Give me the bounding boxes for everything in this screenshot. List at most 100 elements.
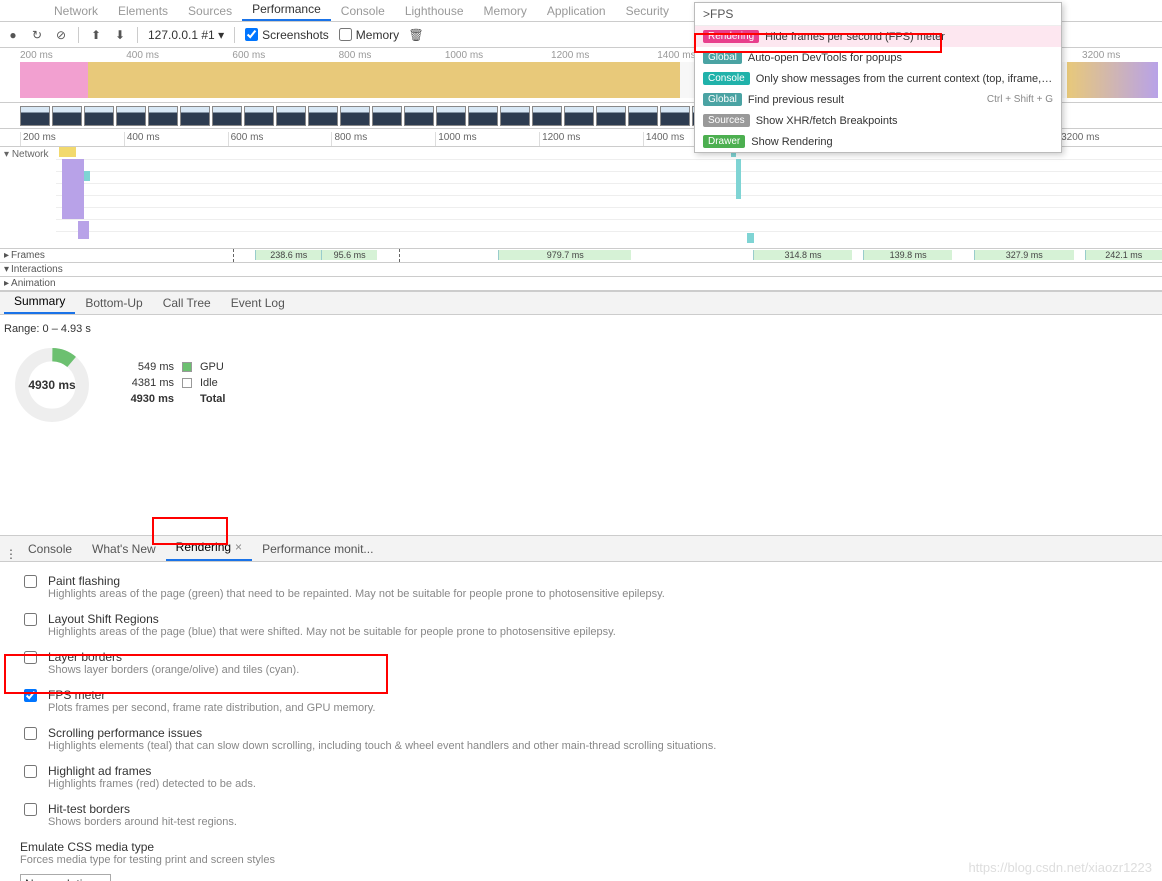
cmd-row[interactable]: RenderingHide frames per second (FPS) me… [695, 26, 1061, 47]
command-input[interactable]: >FPS [695, 3, 1061, 26]
save-icon[interactable]: ⬇ [113, 28, 127, 42]
subtab-eventlog[interactable]: Event Log [221, 292, 295, 314]
overview-tick: 800 ms [339, 50, 445, 61]
option-checkbox-fps[interactable] [24, 689, 37, 702]
drawer-tab-rendering[interactable]: Rendering× [166, 535, 252, 561]
cmd-row[interactable]: ConsoleOnly show messages from the curre… [695, 68, 1061, 89]
drawer-tab-whatsnew[interactable]: What's New [82, 537, 166, 561]
option-checkbox-layer[interactable] [24, 651, 37, 664]
cmd-text: Show Rendering [751, 136, 1053, 148]
drawer-tab-console[interactable]: Console [18, 537, 82, 561]
tab-lighthouse[interactable]: Lighthouse [395, 1, 474, 21]
option-checkbox-scrolling[interactable] [24, 727, 37, 740]
donut-total: 4930 ms [12, 345, 92, 425]
filmstrip-thumb[interactable] [372, 106, 402, 126]
interactions-track[interactable]: ▾ Interactions [0, 263, 1162, 277]
frames-label[interactable]: ▸ Frames [0, 250, 56, 261]
subtab-bottomup[interactable]: Bottom-Up [75, 292, 152, 314]
reload-icon[interactable]: ↻ [30, 28, 44, 42]
close-icon[interactable]: × [235, 540, 242, 554]
network-track-label[interactable]: ▾ Network [0, 147, 56, 248]
filmstrip-thumb[interactable] [340, 106, 370, 126]
filmstrip-thumb[interactable] [276, 106, 306, 126]
frame-segment[interactable]: 139.8 ms [863, 250, 951, 260]
tab-network[interactable]: Network [44, 1, 108, 21]
filmstrip-thumb[interactable] [308, 106, 338, 126]
drawer-tab-perfmon[interactable]: Performance monit... [252, 537, 383, 561]
filmstrip-thumb[interactable] [116, 106, 146, 126]
filmstrip-thumb[interactable] [500, 106, 530, 126]
filmstrip-thumb[interactable] [148, 106, 178, 126]
option-checkbox-ads[interactable] [24, 765, 37, 778]
record-icon[interactable]: ● [6, 28, 20, 42]
cmd-row[interactable]: GlobalAuto-open DevTools for popups [695, 47, 1061, 68]
filmstrip-thumb[interactable] [660, 106, 690, 126]
cmd-row[interactable]: SourcesShow XHR/fetch Breakpoints [695, 110, 1061, 131]
clear-icon[interactable]: ⊘ [54, 28, 68, 42]
frames-track[interactable]: ▸ Frames 238.6 ms95.6 ms 979.7 ms 314.8 ms… [0, 249, 1162, 263]
flame-chart[interactable]: ▾ Network [0, 147, 1162, 249]
interactions-label[interactable]: ▾ Interactions [0, 264, 56, 275]
filmstrip-thumb[interactable] [468, 106, 498, 126]
emulate-media-select[interactable]: No emulation ▾ [20, 874, 111, 881]
option-checkbox-layout[interactable] [24, 613, 37, 626]
frame-segment[interactable]: 95.6 ms [321, 250, 376, 260]
cmd-row[interactable]: DrawerShow Rendering [695, 131, 1061, 152]
summary-table: 549 msGPU 4381 msIdle 4930 msTotal [122, 361, 225, 409]
cmd-text: Find previous result [748, 94, 981, 106]
target-dropdown[interactable]: 127.0.0.1 #1 ▾ [148, 28, 224, 42]
frame-segment[interactable]: 238.6 ms [255, 250, 321, 260]
filmstrip-thumb[interactable] [180, 106, 210, 126]
subtab-summary[interactable]: Summary [4, 290, 75, 314]
tab-application[interactable]: Application [537, 1, 616, 21]
cmd-row[interactable]: GlobalFind previous resultCtrl + Shift +… [695, 89, 1061, 110]
filmstrip-thumb[interactable] [20, 106, 50, 126]
filmstrip-thumb[interactable] [436, 106, 466, 126]
option-desc: Highlights frames (red) detected to be a… [48, 778, 256, 790]
details-tabs: Summary Bottom-Up Call Tree Event Log [0, 291, 1162, 315]
option-desc: Highlights elements (teal) that can slow… [48, 740, 716, 752]
frame-segment[interactable]: 314.8 ms [753, 250, 853, 260]
frame-segment[interactable]: 327.9 ms [974, 250, 1074, 260]
gpu-swatch [182, 362, 192, 372]
tab-performance[interactable]: Performance [242, 0, 331, 21]
drawer-menu-icon[interactable]: ⋮ [4, 547, 18, 561]
tab-memory[interactable]: Memory [474, 1, 537, 21]
subtab-calltree[interactable]: Call Tree [153, 292, 221, 314]
filmstrip-thumb[interactable] [404, 106, 434, 126]
option-checkbox-hittest[interactable] [24, 803, 37, 816]
tab-security[interactable]: Security [616, 1, 679, 21]
summary-pane: Range: 0 – 4.93 s 4930 ms 549 msGPU 4381… [0, 315, 1162, 535]
trash-icon[interactable]: 🗑 [409, 28, 423, 42]
separator [234, 27, 235, 43]
filmstrip-thumb[interactable] [244, 106, 274, 126]
filmstrip-thumb[interactable] [52, 106, 82, 126]
screenshots-toggle[interactable]: Screenshots [245, 28, 329, 42]
option-title: Layout Shift Regions [48, 612, 616, 626]
frame-segment[interactable]: 242.1 ms [1085, 250, 1162, 260]
option-desc: Plots frames per second, frame rate dist… [48, 702, 375, 714]
memory-toggle[interactable]: Memory [339, 28, 399, 42]
animation-track[interactable]: ▸ Animation [0, 277, 1162, 291]
separator [137, 27, 138, 43]
filmstrip-thumb[interactable] [532, 106, 562, 126]
tab-elements[interactable]: Elements [108, 1, 178, 21]
tab-console[interactable]: Console [331, 1, 395, 21]
filmstrip-thumb[interactable] [212, 106, 242, 126]
cmd-badge: Global [703, 93, 742, 106]
filmstrip-thumb[interactable] [564, 106, 594, 126]
rendering-option-layout: Layout Shift RegionsHighlights areas of … [20, 612, 1142, 638]
option-checkbox-paint[interactable] [24, 575, 37, 588]
animation-label[interactable]: ▸ Animation [0, 278, 56, 289]
frame-segment[interactable]: 979.7 ms [498, 250, 631, 260]
load-icon[interactable]: ⬆ [89, 28, 103, 42]
rendering-option-ads: Highlight ad framesHighlights frames (re… [20, 764, 1142, 790]
rendering-option-fps: FPS meterPlots frames per second, frame … [20, 688, 1142, 714]
cmd-badge: Sources [703, 114, 750, 127]
overview-tick: 1200 ms [551, 50, 657, 61]
tab-sources[interactable]: Sources [178, 1, 242, 21]
filmstrip-thumb[interactable] [84, 106, 114, 126]
filmstrip-thumb[interactable] [596, 106, 626, 126]
filmstrip-thumb[interactable] [628, 106, 658, 126]
summary-donut: 4930 ms [12, 345, 92, 425]
